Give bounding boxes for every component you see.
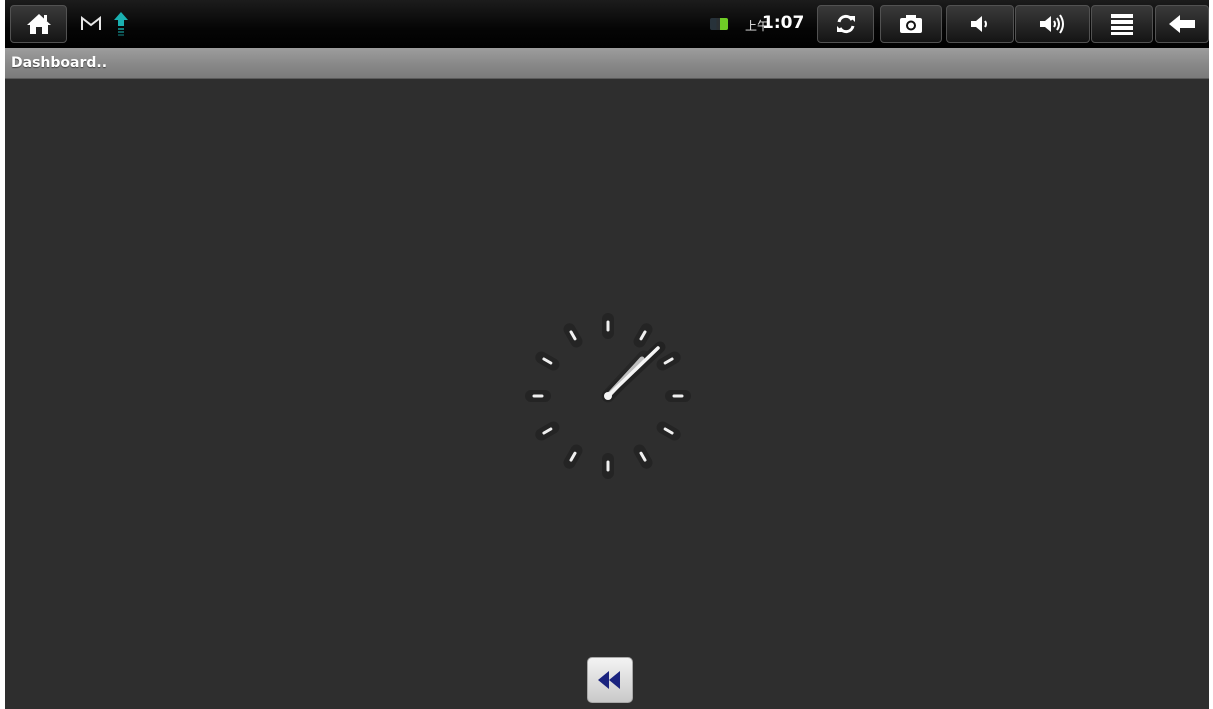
upload-icon	[114, 12, 128, 36]
gmail-notification[interactable]	[80, 10, 104, 38]
battery-icon	[710, 17, 728, 30]
refresh-button[interactable]	[817, 5, 874, 43]
clock-icon	[525, 313, 691, 479]
refresh-icon	[836, 14, 855, 34]
title-bar: Dashboard..	[5, 48, 1209, 79]
screen-border-right	[1209, 0, 1213, 709]
volume-down-button[interactable]	[946, 5, 1014, 43]
upload-notification[interactable]	[113, 10, 131, 38]
home-icon	[26, 14, 51, 34]
back-icon	[1169, 15, 1195, 33]
status-time: 1:07	[762, 13, 805, 33]
volume-up-button[interactable]	[1015, 5, 1090, 43]
menu-button[interactable]	[1091, 5, 1153, 43]
volume-down-icon	[971, 16, 987, 32]
battery-indicator	[710, 17, 732, 30]
menu-icon	[1111, 14, 1133, 35]
screenshot-button[interactable]	[880, 5, 942, 43]
volume-up-icon	[1039, 14, 1064, 34]
rewind-icon	[598, 671, 620, 689]
loading-indicator	[520, 302, 700, 482]
back-button[interactable]	[1155, 5, 1209, 43]
page-title: Dashboard..	[11, 55, 108, 71]
gmail-icon	[81, 16, 101, 30]
status-bar: 上午 1:07	[5, 0, 1209, 48]
camera-icon	[900, 15, 922, 33]
home-button[interactable]	[10, 5, 67, 43]
rewind-button[interactable]	[587, 657, 633, 703]
